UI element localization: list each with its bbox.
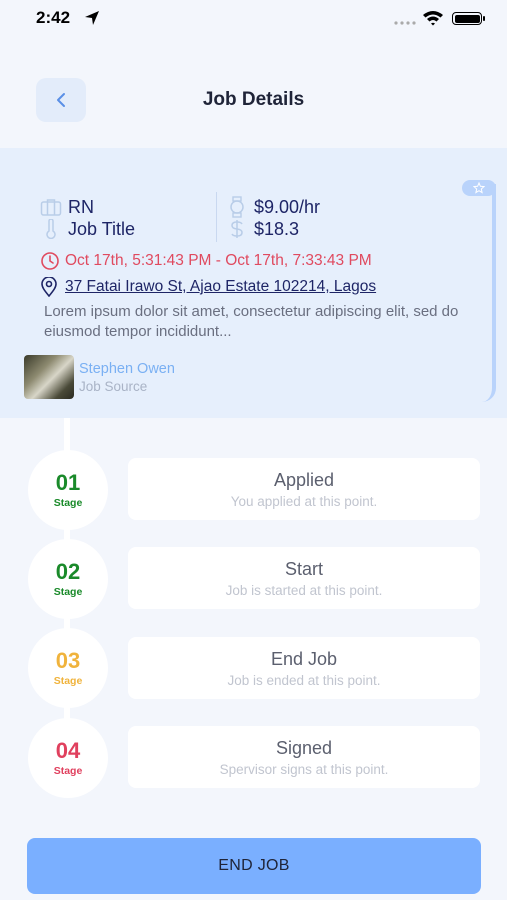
stage-number: 03	[55, 648, 81, 673]
job-time-row: Oct 17th, 5:31:43 PM - Oct 17th, 7:33:43…	[40, 251, 372, 271]
stage-number: 01	[55, 470, 81, 495]
stage-card-start[interactable]: Start Job is started at this point.	[128, 547, 480, 609]
job-source[interactable]: Stephen Owen Job Source	[24, 355, 175, 399]
stage-badge-3: 03 Stage	[28, 628, 108, 708]
map-pin-icon	[41, 277, 57, 297]
stage-label: Stage	[53, 675, 83, 687]
location-arrow-icon	[85, 11, 99, 25]
stage-label: Stage	[53, 497, 83, 509]
battery-icon	[452, 12, 485, 25]
job-description: Lorem ipsum dolor sit amet, consectetur …	[44, 303, 459, 340]
stage-subtitle: Spervisor signs at this point.	[219, 761, 389, 777]
job-amount-row: $18.3	[226, 218, 299, 240]
job-amount: $18.3	[254, 218, 300, 239]
stage-badge-1: 01 Stage	[28, 450, 108, 530]
stage-title: Signed	[275, 737, 333, 758]
stage-subtitle: Job is ended at this point.	[227, 672, 381, 688]
job-rate-row: $9.00/hr	[226, 196, 320, 218]
stage-label: Stage	[53, 586, 83, 598]
stage-title: End Job	[270, 648, 338, 669]
job-title: Job Title	[68, 218, 136, 239]
watch-icon	[226, 196, 248, 218]
stage-subtitle: You applied at this point.	[230, 493, 378, 509]
stage-badge-4: 04 Stage	[28, 718, 108, 798]
job-address-row[interactable]: 37 Fatai Irawo St, Ajao Estate 102214, L…	[40, 277, 376, 297]
card-divider	[216, 192, 217, 242]
stage-title: Applied	[273, 469, 335, 490]
stage-card-end-job[interactable]: End Job Job is ended at this point.	[128, 637, 480, 699]
stage-card-signed[interactable]: Signed Spervisor signs at this point.	[128, 726, 480, 788]
stage-card-applied[interactable]: Applied You applied at this point.	[128, 458, 480, 520]
signal-icon	[394, 21, 416, 25]
briefcase-icon	[40, 196, 62, 218]
job-title-row: Job Title	[40, 218, 135, 240]
source-label: Job Source	[79, 378, 148, 394]
dollar-icon	[226, 218, 248, 240]
avatar	[24, 355, 74, 399]
job-rate: $9.00/hr	[254, 196, 321, 217]
star-icon	[473, 182, 485, 194]
stage-title: Start	[284, 558, 323, 579]
source-name: Stephen Owen	[79, 360, 175, 377]
stage-number: 04	[55, 738, 81, 763]
status-bar: 2:42	[0, 0, 507, 40]
page-title: Job Details	[202, 89, 305, 110]
stage-subtitle: Job is started at this point.	[225, 582, 383, 598]
stage-number: 02	[55, 559, 81, 584]
stage-badge-2: 02 Stage	[28, 539, 108, 619]
stage-label: Stage	[53, 765, 83, 777]
card-edge	[478, 184, 496, 402]
status-time: 2:42	[36, 8, 71, 27]
favorite-tab[interactable]	[462, 180, 496, 196]
job-role: RN	[68, 196, 94, 217]
job-role-row: RN	[40, 196, 94, 218]
wifi-icon	[423, 11, 443, 26]
clock-icon	[41, 252, 59, 270]
job-card[interactable]: RN Job Title $9.00/hr $18.3 Oct 17th, 5:…	[0, 148, 507, 418]
thermometer-icon	[40, 218, 62, 240]
end-job-button[interactable]: END JOB	[27, 838, 481, 894]
job-address-link[interactable]: 37 Fatai Irawo St, Ajao Estate 102214, L…	[65, 278, 376, 296]
job-time-range: Oct 17th, 5:31:43 PM - Oct 17th, 7:33:43…	[65, 252, 372, 269]
